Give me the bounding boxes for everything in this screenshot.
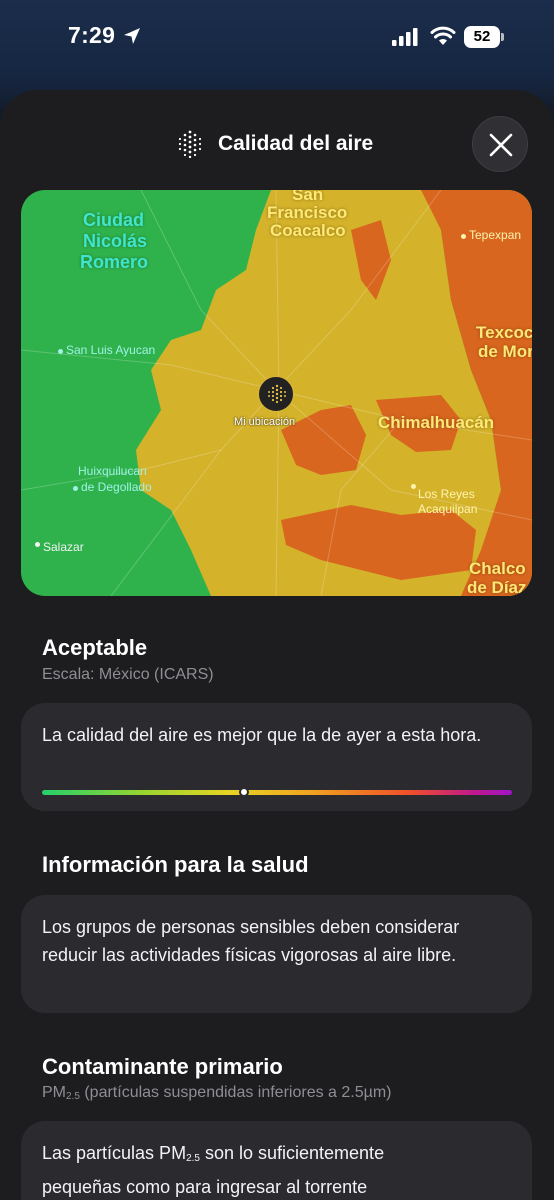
battery-level: 52 [464, 26, 500, 48]
air-quality-sheet: Calidad del aire Ciudad Nicolás Romero S… [0, 90, 554, 1200]
air-quality-map[interactable]: Ciudad Nicolás Romero San Francisco Coac… [21, 190, 532, 596]
status-time: 7:29 [68, 22, 116, 48]
map-label-nicolas: Nicolás [83, 231, 148, 251]
map-label-huixquilucan: Huixquilucan [78, 464, 147, 478]
aqi-scale-bar [42, 790, 512, 795]
status-bar: 7:29 52 [0, 0, 554, 80]
map-label-de-degollado: de Degollado [81, 480, 152, 494]
map-label-chalco: Chalco [469, 559, 526, 578]
map-label-texcoco: Texcoco [476, 323, 532, 342]
air-quality-icon [268, 384, 286, 404]
map-label-ciudad: Ciudad [83, 210, 144, 230]
health-text: Los grupos de personas sensibles deben c… [42, 917, 460, 965]
map-label-acaquilpan: Acaquilpan [418, 502, 478, 516]
map-label-chimalhuacan: Chimalhuacán [378, 413, 495, 432]
cellular-signal-icon [392, 28, 418, 46]
location-arrow-icon [124, 28, 140, 44]
comparison-text: La calidad del aire es mejor que la de a… [42, 725, 482, 745]
map-dot-huixquilucan [73, 486, 78, 491]
air-quality-level: Aceptable [42, 635, 148, 660]
pollutant-name: PM2.5 (partículas suspendidas inferiores… [42, 1084, 392, 1102]
air-quality-icon [178, 130, 202, 158]
wifi-icon [430, 26, 456, 45]
map-label-salazar: Salazar [43, 540, 84, 554]
health-section-title: Información para la salud [42, 852, 309, 877]
comparison-card: La calidad del aire es mejor que la de a… [21, 703, 532, 811]
map-label-coacalco: Coacalco [270, 221, 346, 240]
map-dot-tepexpan [461, 234, 466, 239]
close-icon [489, 133, 513, 157]
map-dot-san-luis [58, 349, 63, 354]
sheet-header: Calidad del aire [0, 126, 554, 162]
map-dot-salazar [35, 542, 40, 547]
map-label-romero: Romero [80, 252, 149, 272]
health-card: Los grupos de personas sensibles deben c… [21, 895, 532, 1013]
battery-icon: 52 [464, 26, 504, 48]
map-dot-los-reyes [411, 484, 416, 489]
map-label-de-mor: de Mor [478, 342, 532, 361]
pollutant-text: Las partículas PM2.5 son lo suficienteme… [42, 1143, 385, 1197]
map-label-de-diaz: de Díaz [467, 578, 527, 597]
my-location-label: Mi ubicación [234, 416, 296, 428]
pollutant-card: Las partículas PM2.5 son lo suficienteme… [21, 1121, 532, 1200]
my-location-marker[interactable] [258, 376, 294, 412]
close-button[interactable] [472, 116, 528, 172]
aqi-scale-marker [239, 787, 250, 797]
map-label-francisco: Francisco [267, 203, 348, 222]
pollutant-section-title: Contaminante primario [42, 1054, 283, 1079]
map-label-san: San [292, 190, 324, 204]
map-label-san-luis-ayucan: San Luis Ayucan [66, 343, 156, 357]
map-label-tepexpan: Tepexpan [469, 228, 522, 242]
map-label-los-reyes: Los Reyes [418, 487, 475, 501]
air-quality-scale: Escala: México (ICARS) [42, 666, 214, 683]
sheet-title: Calidad del aire [218, 132, 374, 155]
